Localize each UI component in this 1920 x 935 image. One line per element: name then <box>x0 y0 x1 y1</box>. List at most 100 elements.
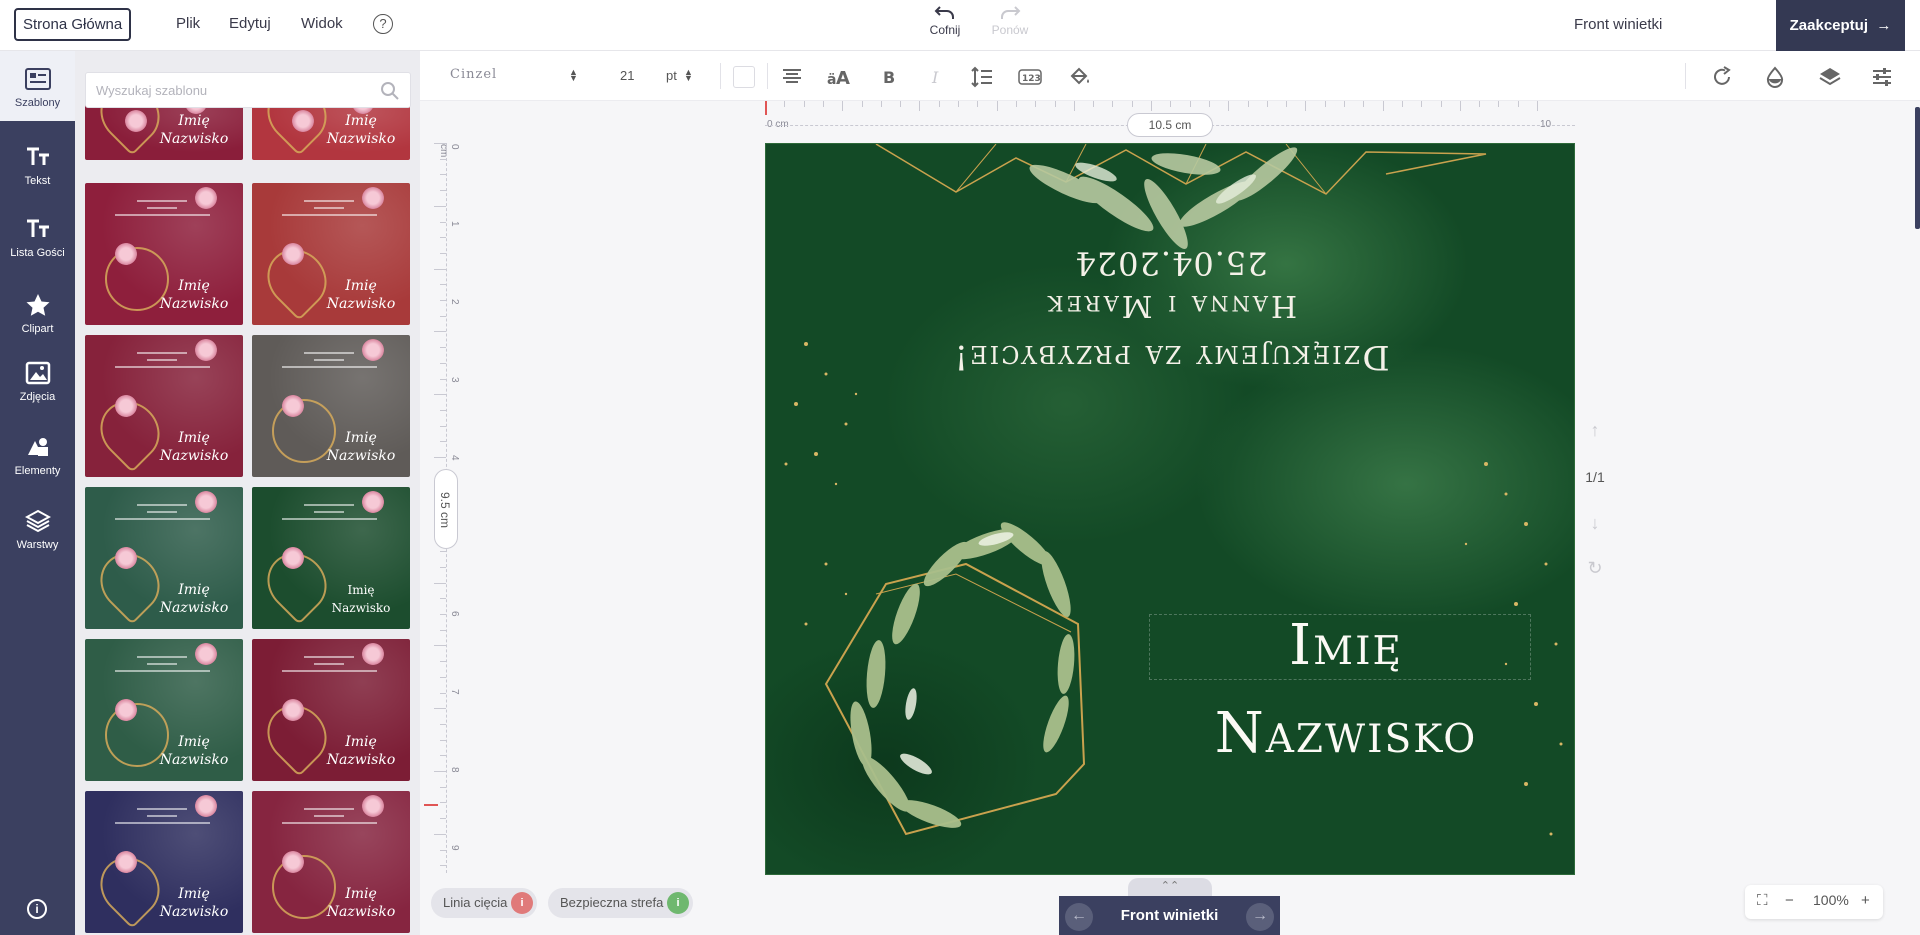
info-icon[interactable]: i <box>27 899 47 919</box>
page-navigator: ← Front winietki → <box>1059 896 1280 935</box>
fill-bucket-icon[interactable] <box>1068 65 1092 89</box>
opacity-icon[interactable] <box>1763 65 1787 89</box>
undo-button[interactable]: Cofnij <box>920 5 970 37</box>
template-thumbnail[interactable]: Imię Nazwisko <box>252 639 410 781</box>
italic-icon[interactable]: I <box>924 65 948 89</box>
layers-icon <box>24 509 51 533</box>
place-card-canvas[interactable]: Dziękujemy za przybycie! Hanna i Marek 2… <box>765 143 1575 875</box>
event-date[interactable]: 25.04.2024 <box>766 244 1574 282</box>
rail-item-layers[interactable]: Warstwy <box>0 509 75 551</box>
collapse-panel-toggle[interactable]: ⌃⌃ <box>1128 878 1212 896</box>
line-spacing-icon[interactable] <box>970 65 994 89</box>
thumbnail-last-name: Nazwisko <box>159 131 229 147</box>
width-pill: 10.5 cm <box>1127 113 1213 137</box>
couple-block[interactable]: Dziękujemy za przybycie! Hanna i Marek 2… <box>766 244 1574 377</box>
layers-order-icon[interactable] <box>1818 65 1842 89</box>
ruler-tick <box>1015 101 1017 107</box>
template-thumbnail[interactable]: Imię Nazwisko <box>85 487 243 629</box>
flower-icon <box>115 243 137 265</box>
accept-button[interactable]: Zaakceptuj → <box>1776 0 1905 51</box>
ruler-label: 9 <box>449 845 460 851</box>
template-thumbnail[interactable]: Imię Nazwisko <box>85 791 243 933</box>
cut-line-label: Linia cięcia <box>443 895 508 910</box>
bold-icon[interactable]: B <box>877 65 901 89</box>
refresh-icon[interactable]: ↻ <box>1580 558 1610 579</box>
thumbnail-last-name: Nazwisko <box>159 448 229 464</box>
scrollbar[interactable] <box>1915 107 1920 229</box>
search-input[interactable] <box>86 73 366 107</box>
rail-item-photos[interactable]: Zdjęcia <box>0 361 75 403</box>
ruler-tick <box>1151 101 1152 111</box>
text-color-swatch[interactable] <box>733 66 755 88</box>
page-count: 1/1 <box>1585 469 1605 485</box>
next-page-arrow-icon[interactable]: → <box>1246 903 1274 931</box>
vertical-ruler: 1 2 3 4 6 7 8 9 0 cm 9.5 cm <box>424 143 460 873</box>
font-size-input[interactable]: 21 <box>620 68 634 83</box>
ruler-tick <box>842 101 844 111</box>
thanks-text[interactable]: Dziękujemy za przybycie! <box>766 337 1574 377</box>
rail-item-guest-list[interactable]: Lista Gości <box>0 217 75 259</box>
zoom-out-icon[interactable]: − <box>1785 892 1794 909</box>
redo-button[interactable]: Ponów <box>985 5 1035 37</box>
cut-line-toggle[interactable]: Linia cięcia i <box>431 888 537 918</box>
rail-label: Elementy <box>14 465 61 477</box>
menu-view[interactable]: Widok <box>301 15 343 32</box>
ruler-tick <box>958 101 959 107</box>
home-button[interactable]: Strona Główna <box>14 8 132 41</box>
thumbnail-first-name: Imię <box>345 278 377 294</box>
search-icon[interactable] <box>380 81 400 101</box>
size-unit-select[interactable]: pt <box>666 68 677 83</box>
arrow-up-icon[interactable]: ↑ <box>1580 420 1610 441</box>
letter-spacing-icon[interactable]: 123 <box>1018 65 1042 89</box>
help-icon[interactable]: ? <box>373 14 393 34</box>
rail-item-elements[interactable]: Elementy <box>0 435 75 477</box>
flower-icon <box>195 339 217 361</box>
rail-item-text[interactable]: Tekst <box>0 145 75 187</box>
font-select[interactable]: Cinzel <box>450 67 497 82</box>
arrow-right-icon: → <box>1872 17 1892 34</box>
ruler-tick <box>938 101 940 107</box>
template-thumbnail[interactable]: Imię Nazwisko <box>252 791 410 933</box>
template-thumbnail[interactable]: Imię Nazwisko <box>85 183 243 325</box>
unit-arrows-icon[interactable]: ▲ ▼ <box>684 68 693 83</box>
template-thumbnail[interactable]: Imię Nazwisko <box>252 335 410 477</box>
ruler-tick <box>1189 101 1191 107</box>
guest-name-block[interactable]: Imię Nazwisko <box>1146 602 1546 778</box>
template-thumbnail[interactable]: Imię Nazwisko <box>85 335 243 477</box>
guest-last-name[interactable]: Nazwisko <box>1146 690 1546 778</box>
menu-edit[interactable]: Edytuj <box>229 15 271 32</box>
thumbnail-name: Imię Nazwisko <box>326 112 396 148</box>
info-icon[interactable]: i <box>511 892 533 914</box>
rail-item-templates[interactable]: Szablony <box>0 51 75 121</box>
settings-sliders-icon[interactable] <box>1870 65 1894 89</box>
fullscreen-icon[interactable]: ⛶ <box>1757 892 1768 909</box>
template-thumbnail[interactable]: Imię Nazwisko <box>85 639 243 781</box>
thumbnail-name: Imię Nazwisko <box>159 277 229 313</box>
template-thumbnail[interactable]: Imię Nazwisko <box>252 487 410 629</box>
arrow-down-icon[interactable]: ↓ <box>1580 513 1610 534</box>
template-thumbnail[interactable]: Imię Nazwisko <box>252 183 410 325</box>
font-select-arrows-icon[interactable]: ▲ ▼ <box>569 68 578 83</box>
flower-icon <box>362 643 384 665</box>
rail-item-clipart[interactable]: Clipart <box>0 293 75 335</box>
zoom-in-icon[interactable]: + <box>1861 892 1870 909</box>
text-case-icon[interactable]: äA <box>827 65 853 89</box>
search-box <box>85 72 411 108</box>
info-icon[interactable]: i <box>667 892 689 914</box>
ruler-tick <box>861 101 863 107</box>
rail-label: Szablony <box>14 97 61 109</box>
ruler-tick <box>434 331 446 333</box>
ruler-tick <box>996 101 998 111</box>
thumbnail-last-name: Nazwisko <box>159 904 229 920</box>
guest-first-name[interactable]: Imię <box>1146 602 1546 690</box>
ruler-tick <box>1286 101 1288 107</box>
rotate-icon[interactable] <box>1710 65 1734 89</box>
safe-zone-toggle[interactable]: Bezpieczna strefa i <box>548 888 693 918</box>
ruler-tick <box>977 101 979 107</box>
menu-file[interactable]: Plik <box>176 15 200 32</box>
template-panel: Imię Nazwisko Imię Nazwisko Imię Nazwisko Imię… <box>75 51 420 935</box>
align-center-icon[interactable] <box>780 65 804 89</box>
svg-text:A: A <box>836 68 850 89</box>
couple-names[interactable]: Hanna i Marek <box>766 288 1574 323</box>
left-rail: Szablony Tekst Lista Gości Clipart Zdjęc… <box>0 51 75 935</box>
